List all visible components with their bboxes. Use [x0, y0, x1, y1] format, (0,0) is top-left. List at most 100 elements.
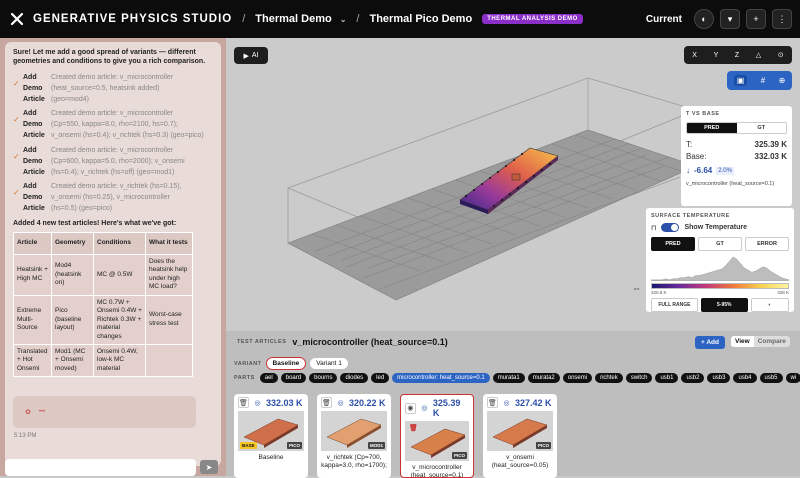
article-card[interactable]: 🗑 ◎ 332.03 K BASE PICO Baseline: [234, 394, 308, 478]
table-cell: Does the heatsink help under high MC loa…: [145, 254, 193, 296]
table-cell: Heatsink + High MC: [13, 254, 52, 296]
check-icon: ✓: [13, 78, 20, 88]
breadcrumb-project[interactable]: Thermal Demo ⌄: [255, 13, 346, 25]
part-chip[interactable]: led: [371, 373, 390, 383]
add-article-button[interactable]: + Add: [695, 336, 725, 349]
parts-label: PARTS: [234, 375, 255, 381]
resize-handle-icon[interactable]: ⇔: [632, 283, 641, 293]
part-chip[interactable]: usb4: [733, 373, 757, 383]
panel-title: T VS BASE: [686, 111, 720, 117]
temperature-histogram: [650, 256, 790, 282]
part-chip[interactable]: usb1: [655, 373, 679, 383]
perspective-icon[interactable]: △: [756, 51, 761, 59]
table-cell: Worst-case stress test: [145, 294, 193, 345]
card-temperature: 325.39 K: [432, 398, 461, 418]
trash-icon[interactable]: 🗑: [407, 423, 420, 433]
task-text: Created demo article: v_richtek (hs=0.15…: [51, 183, 182, 191]
part-chip[interactable]: murata1: [492, 373, 525, 383]
full-range-button[interactable]: FULL RANGE: [651, 298, 698, 312]
part-chip[interactable]: ael: [259, 373, 278, 383]
zoom-icon[interactable]: ⊕: [779, 76, 786, 85]
table-header: Article: [13, 232, 52, 255]
task-item[interactable]: ✓ Add Demo Article Created demo article: v…: [5, 180, 221, 217]
article-card[interactable]: 🗑 ◎ 320.22 K MOD1 v_richtek (Cp=700, kappa…: [317, 394, 391, 478]
table-cell: Translated + Hot Onsemi: [13, 343, 52, 378]
base-row: Base: 332.03 K: [686, 152, 787, 161]
task-item[interactable]: ✓ Add Demo Article Created demo article: v…: [5, 144, 221, 181]
table-cell: Extreme Multi-Source: [13, 294, 52, 345]
part-chip[interactable]: usb2: [681, 373, 705, 383]
task-item[interactable]: ✓ Add Demo Article Created demo article: v…: [5, 71, 221, 108]
axis-z-button[interactable]: Z: [735, 52, 739, 59]
axis-toolbar: X Y Z △ ⊙: [684, 46, 792, 64]
part-chip[interactable]: board: [280, 373, 307, 383]
current-label: Current: [645, 13, 682, 25]
trash-icon[interactable]: 🗑: [487, 397, 498, 408]
show-temperature-toggle[interactable]: [661, 223, 680, 232]
studio-logo-icon[interactable]: [9, 11, 25, 27]
add-button[interactable]: +: [746, 9, 766, 29]
article-card-selected[interactable]: ◉ ◎ 325.39 K 🗑 PICO v_microcontroller (hea…: [400, 394, 474, 478]
chip-component: [511, 173, 521, 181]
palette-icon[interactable]: ◐: [750, 298, 789, 312]
more-button[interactable]: ⋮: [772, 9, 792, 29]
part-chip-selected[interactable]: microcontroller: heat_source=0.1: [392, 373, 490, 383]
article-card[interactable]: 🗑 ◎ 327.42 K PICO v_onsemi (heat_source=0.…: [483, 394, 557, 478]
panel-footer: v_microcontroller (heat_source=0.1): [686, 181, 775, 187]
menu-dropdown-button[interactable]: ▾: [720, 9, 740, 29]
part-chip[interactable]: murata2: [527, 373, 560, 383]
tab-pred[interactable]: PRED: [651, 237, 695, 251]
variant-chip[interactable]: Baseline: [265, 357, 307, 370]
reaction-dots-icon: •••: [38, 409, 46, 415]
eye-icon[interactable]: ◉: [405, 402, 416, 414]
reset-view-icon[interactable]: ⊙: [778, 51, 784, 59]
table-row: Extreme Multi-Source Pico (baseline layo…: [13, 294, 193, 345]
tab-error[interactable]: ERROR: [745, 237, 789, 251]
variant-chip[interactable]: Variant 1: [310, 358, 348, 369]
cube-view-icon[interactable]: ▣: [733, 75, 748, 86]
send-button[interactable]: ➤: [200, 460, 218, 474]
geometry-badge: PICO: [451, 452, 467, 459]
compare-tab[interactable]: Compare: [754, 336, 790, 347]
table-row: Translated + Hot Onsemi Mod1 (MC + Onsem…: [13, 343, 193, 378]
ai-button[interactable]: ▶ AI: [234, 47, 268, 64]
part-chip[interactable]: bourns: [309, 373, 338, 383]
table-cell: Mod1 (MC + Onsemi moved): [51, 343, 94, 378]
part-chip[interactable]: usb5: [759, 373, 783, 383]
view-tools: ▣ # ⊕: [727, 71, 792, 90]
part-chip[interactable]: switch: [625, 373, 653, 383]
table-cell: Pico (baseline layout): [51, 294, 94, 345]
tab-gt[interactable]: GT: [698, 237, 742, 251]
check-icon: ✓: [13, 151, 20, 161]
breadcrumb-demo[interactable]: Thermal Pico Demo THERMAL ANALYSIS DEMO: [369, 13, 583, 25]
part-chip[interactable]: diodes: [340, 373, 369, 383]
palette-button[interactable]: ◐: [694, 9, 714, 29]
axis-y-button[interactable]: Y: [714, 52, 719, 59]
floor-grid: [287, 129, 697, 301]
trash-icon[interactable]: 🗑: [321, 397, 332, 408]
show-temp-row: ⊓ Show Temperature: [651, 223, 789, 232]
chat-input[interactable]: [5, 459, 196, 476]
tab-gt[interactable]: GT: [737, 123, 787, 133]
tab-pred[interactable]: PRED: [687, 123, 737, 133]
part-chip[interactable]: usb3: [707, 373, 731, 383]
percentile-range-button[interactable]: 5-95%: [700, 298, 748, 312]
view-compare-toggle: View Compare: [731, 336, 790, 347]
part-chip[interactable]: wi: [785, 373, 800, 383]
view-tab[interactable]: View: [731, 336, 754, 347]
delta-percent: 2.0%: [716, 166, 734, 175]
card-name: v_richtek (Cp=700, kappa=3.0, rho=1700);: [321, 454, 387, 470]
brand-title: GENERATIVE PHYSICS STUDIO: [33, 13, 233, 25]
task-label: Add: [23, 110, 37, 118]
table-row: Heatsink + High MC Mod4 (heatsink on) MC…: [13, 254, 193, 296]
ribbon-icon[interactable]: ✿: [25, 408, 31, 416]
axis-x-button[interactable]: X: [692, 52, 697, 59]
part-chip[interactable]: richtek: [595, 373, 623, 383]
color-scale-bar: [651, 283, 789, 289]
grid-toggle-icon[interactable]: #: [761, 76, 765, 85]
part-chip[interactable]: onsemi: [562, 373, 593, 383]
task-item[interactable]: ✓ Add Demo Article Created demo article: v…: [5, 107, 221, 144]
task-text: (heat_source=0.5, heatsink added): [51, 84, 160, 92]
trash-icon[interactable]: 🗑: [238, 397, 249, 408]
surface-temperature-panel: SURFACE TEMPERATURE ⊓ Show Temperature P…: [646, 208, 794, 312]
